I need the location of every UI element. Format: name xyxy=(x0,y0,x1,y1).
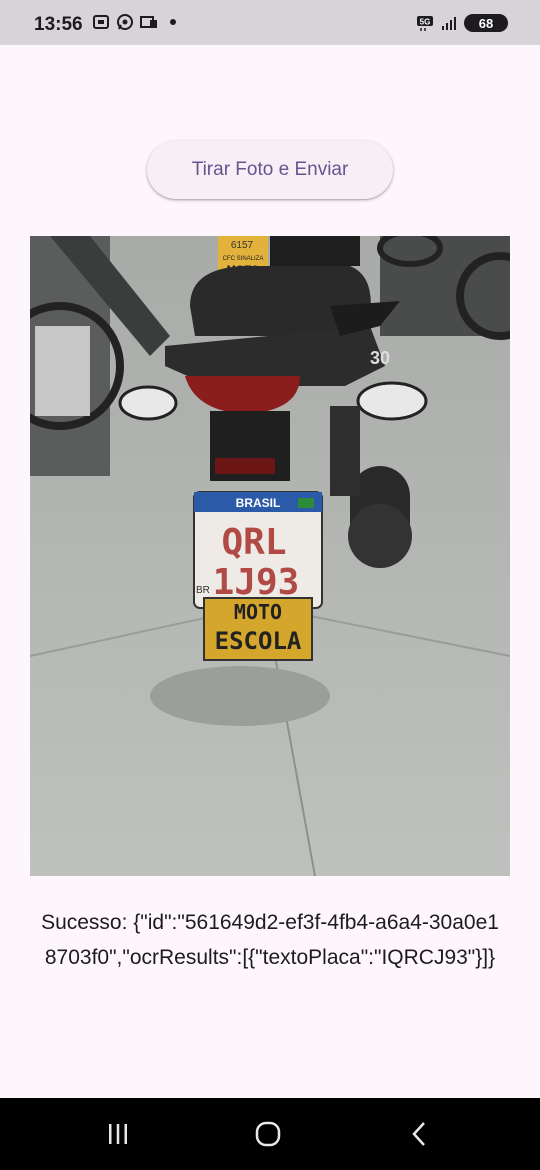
sign-line1: MOTO xyxy=(234,600,282,624)
back-button[interactable] xyxy=(380,1098,460,1170)
home-button[interactable] xyxy=(228,1098,308,1170)
back-icon xyxy=(412,1122,425,1146)
recents-button[interactable] xyxy=(78,1098,158,1170)
battery-icon: 68 xyxy=(464,14,508,32)
plate-line2: 1J93 xyxy=(213,562,300,603)
side-number: 30 xyxy=(370,348,390,368)
home-icon xyxy=(255,1121,281,1147)
status-system-icons: 5G 68 xyxy=(416,14,508,32)
svg-text:5G: 5G xyxy=(420,18,431,27)
result-text: Sucesso: {"id":"561649d2-ef3f-4fb4-a6a4-… xyxy=(41,911,499,969)
captured-photo: 6157 CFC SINALIZA MOTO 30 BRASIL QRL 1J9… xyxy=(30,236,510,876)
motorcycle-photo-icon: 6157 CFC SINALIZA MOTO 30 BRASIL QRL 1J9… xyxy=(30,236,510,876)
status-bar: 13:56 5G 68 xyxy=(0,0,540,45)
recents-icon xyxy=(109,1124,127,1144)
plate-country: BRASIL xyxy=(236,496,281,510)
navigation-bar xyxy=(0,1098,540,1170)
battery-level: 68 xyxy=(478,15,494,31)
whatsapp-icon xyxy=(117,14,133,30)
top-sign-number: 6157 xyxy=(231,240,254,251)
signal-icon xyxy=(442,17,456,30)
plate-line1: QRL xyxy=(221,522,286,563)
sign-line2: ESCOLA xyxy=(215,627,302,655)
network-5g-icon: 5G xyxy=(417,16,433,31)
status-notifications xyxy=(92,13,176,31)
screenshot-icon xyxy=(93,15,109,29)
take-photo-button[interactable]: Tirar Foto e Enviar xyxy=(147,141,393,199)
more-notifications-dot xyxy=(170,19,176,25)
top-sign-line1: CFC SINALIZA xyxy=(223,256,264,262)
status-time: 13:56 xyxy=(34,14,83,35)
notification-icon xyxy=(140,16,157,28)
plate-side: BR xyxy=(196,585,210,596)
